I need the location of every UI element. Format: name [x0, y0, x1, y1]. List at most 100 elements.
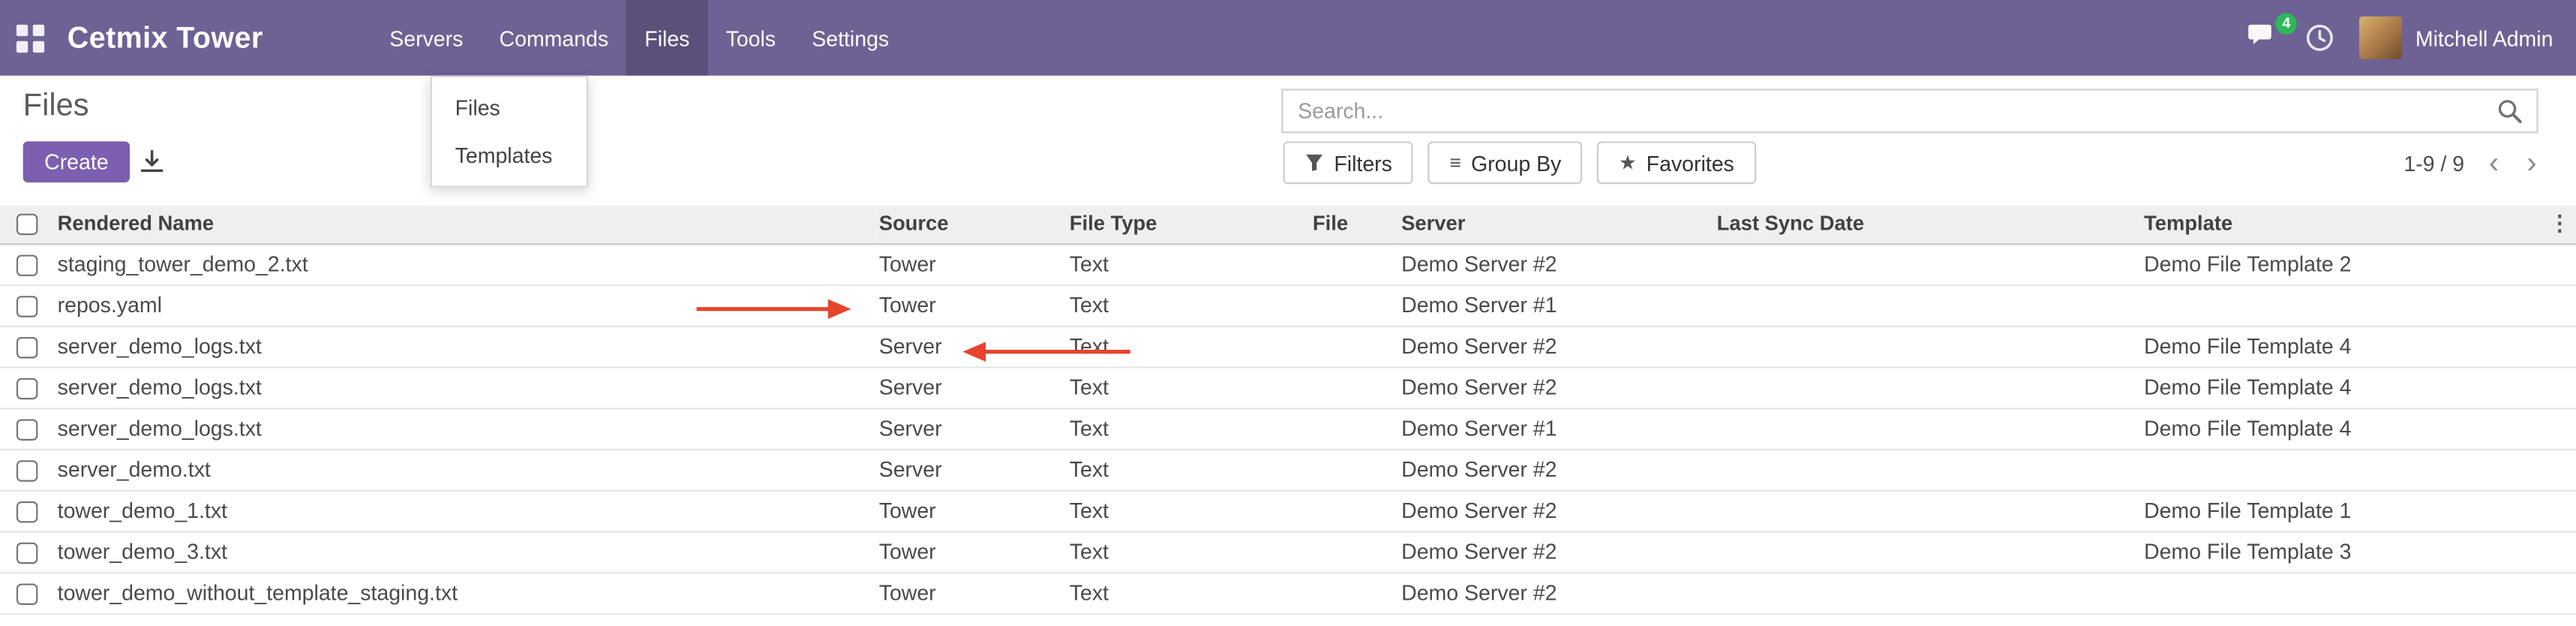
cell-template[interactable] — [2141, 284, 2544, 326]
cell-template[interactable]: Demo File Template 4 — [2141, 326, 2544, 367]
menu-item-settings[interactable]: Settings — [794, 0, 907, 76]
cell-template[interactable]: Demo File Template 3 — [2141, 531, 2544, 572]
cell-file-type[interactable]: Text — [1066, 284, 1309, 326]
cell-file[interactable] — [1310, 490, 1398, 531]
cell-rendered-name[interactable]: server_demo_logs.txt — [54, 366, 875, 408]
filters-button[interactable]: Filters — [1283, 141, 1413, 184]
cell-server[interactable]: Demo Server #1 — [1398, 284, 1713, 326]
row-checkbox[interactable] — [17, 460, 38, 481]
cell-source[interactable]: Server — [875, 366, 1066, 408]
column-header-rendered-name[interactable]: Rendered Name — [54, 206, 875, 243]
pager-value[interactable]: 1-9 / 9 — [2403, 150, 2464, 175]
row-checkbox[interactable] — [17, 543, 38, 564]
cell-rendered-name[interactable]: tower_demo_1.txt — [54, 490, 875, 531]
cell-server[interactable]: Demo Server #2 — [1398, 366, 1713, 408]
cell-server[interactable]: Demo Server #2 — [1398, 490, 1713, 531]
cell-source[interactable]: Tower — [875, 531, 1066, 572]
app-title[interactable]: Cetmix Tower — [68, 20, 263, 55]
cell-file-type[interactable]: Text — [1066, 408, 1309, 449]
cell-last-sync-date[interactable] — [1713, 284, 2140, 326]
menu-item-tools[interactable]: Tools — [708, 0, 794, 76]
column-header-template[interactable]: Template — [2141, 206, 2544, 243]
menu-item-servers[interactable]: Servers — [371, 0, 481, 76]
table-row[interactable]: staging_tower_demo_2.txtTowerTextDemo Se… — [0, 243, 2576, 284]
cell-file-type[interactable]: Text — [1066, 326, 1309, 367]
cell-rendered-name[interactable]: server_demo_logs.txt — [54, 408, 875, 449]
favorites-button[interactable]: ★ Favorites — [1597, 141, 1755, 184]
cell-source[interactable]: Server — [875, 408, 1066, 449]
cell-source[interactable]: Tower — [875, 572, 1066, 613]
cell-last-sync-date[interactable] — [1713, 408, 2140, 449]
cell-last-sync-date[interactable] — [1713, 490, 2140, 531]
table-row[interactable]: server_demo.txtServerTextDemo Server #2 — [0, 449, 2576, 490]
cell-server[interactable]: Demo Server #2 — [1398, 531, 1713, 572]
table-row[interactable]: server_demo_logs.txtServerText Demo Serve… — [0, 408, 2576, 449]
cell-last-sync-date[interactable] — [1713, 449, 2140, 490]
apps-grid-icon[interactable] — [17, 24, 44, 52]
cell-file-type[interactable]: Text — [1066, 366, 1309, 408]
cell-template[interactable] — [2141, 449, 2544, 490]
search-icon[interactable] — [2497, 98, 2522, 123]
table-row[interactable]: server_demo_logs.txtServerText Demo Serve… — [0, 366, 2576, 408]
cell-template[interactable]: Demo File Template 4 — [2141, 408, 2544, 449]
column-header-file-type[interactable]: File Type — [1066, 206, 1309, 243]
group-by-button[interactable]: ≡ Group By — [1428, 141, 1583, 184]
cell-last-sync-date[interactable] — [1713, 243, 2140, 284]
table-row[interactable]: repos.yamlTowerText Demo Server #1 — [0, 284, 2576, 326]
cell-rendered-name[interactable]: server_demo.txt — [54, 449, 875, 490]
cell-rendered-name[interactable]: tower_demo_without_template_staging.txt — [54, 572, 875, 613]
pager-previous-button[interactable]: ‹ — [2486, 148, 2502, 177]
cell-last-sync-date[interactable] — [1713, 366, 2140, 408]
cell-rendered-name[interactable]: repos.yaml — [54, 284, 875, 326]
cell-source[interactable]: Tower — [875, 243, 1066, 284]
cell-file-type[interactable]: Text — [1066, 243, 1309, 284]
pager-next-button[interactable]: › — [2523, 148, 2540, 177]
cell-last-sync-date[interactable] — [1713, 326, 2140, 367]
user-menu[interactable]: Mitchell Admin — [2359, 17, 2553, 59]
cell-rendered-name[interactable]: tower_demo_3.txt — [54, 531, 875, 572]
menu-item-files[interactable]: Files — [626, 0, 707, 76]
cell-template[interactable] — [2141, 572, 2544, 613]
column-header-file[interactable]: File — [1310, 206, 1398, 243]
cell-server[interactable]: Demo Server #2 — [1398, 572, 1713, 613]
column-options-header[interactable]: ⋮ — [2543, 206, 2576, 243]
cell-file[interactable] — [1310, 449, 1398, 490]
dropdown-item-files[interactable]: Files — [432, 84, 587, 132]
cell-server[interactable]: Demo Server #2 — [1398, 243, 1713, 284]
cell-source[interactable]: Tower — [875, 490, 1066, 531]
table-row[interactable]: tower_demo_1.txtTowerText Demo Server #2 D… — [0, 490, 2576, 531]
search-input[interactable] — [1298, 98, 2497, 123]
cell-server[interactable]: Demo Server #2 — [1398, 326, 1713, 367]
cell-file-type[interactable]: Text — [1066, 490, 1309, 531]
export-button[interactable] — [128, 141, 174, 182]
cell-file[interactable] — [1310, 366, 1398, 408]
cell-file[interactable] — [1310, 408, 1398, 449]
table-row[interactable]: server_demo_logs.txtServerText Demo Serve… — [0, 326, 2576, 367]
cell-template[interactable]: Demo File Template 1 — [2141, 490, 2544, 531]
create-button[interactable]: Create — [23, 141, 130, 182]
cell-last-sync-date[interactable] — [1713, 531, 2140, 572]
cell-template[interactable]: Demo File Template 4 — [2141, 366, 2544, 408]
dropdown-item-templates[interactable]: Templates — [432, 131, 587, 179]
cell-file-type[interactable]: Text — [1066, 449, 1309, 490]
cell-template[interactable]: Demo File Template 2 — [2141, 243, 2544, 284]
row-checkbox[interactable] — [17, 378, 38, 399]
cell-file[interactable] — [1310, 284, 1398, 326]
table-row[interactable]: tower_demo_3.txtTowerTextDemo Server #2D… — [0, 531, 2576, 572]
row-checkbox[interactable] — [17, 501, 38, 522]
cell-file[interactable] — [1310, 243, 1398, 284]
cell-file[interactable] — [1310, 531, 1398, 572]
row-checkbox[interactable] — [17, 337, 38, 358]
row-checkbox[interactable] — [17, 420, 38, 441]
cell-source[interactable]: Server — [875, 326, 1066, 367]
table-row[interactable]: tower_demo_without_template_staging.txtT… — [0, 572, 2576, 613]
cell-last-sync-date[interactable] — [1713, 572, 2140, 613]
row-checkbox[interactable] — [17, 255, 38, 276]
cell-rendered-name[interactable]: server_demo_logs.txt — [54, 326, 875, 367]
column-header-server[interactable]: Server — [1398, 206, 1713, 243]
cell-source[interactable]: Server — [875, 449, 1066, 490]
select-all-checkbox[interactable] — [17, 214, 38, 235]
cell-source[interactable]: Tower — [875, 284, 1066, 326]
row-checkbox[interactable] — [17, 584, 38, 605]
cell-server[interactable]: Demo Server #1 — [1398, 408, 1713, 449]
